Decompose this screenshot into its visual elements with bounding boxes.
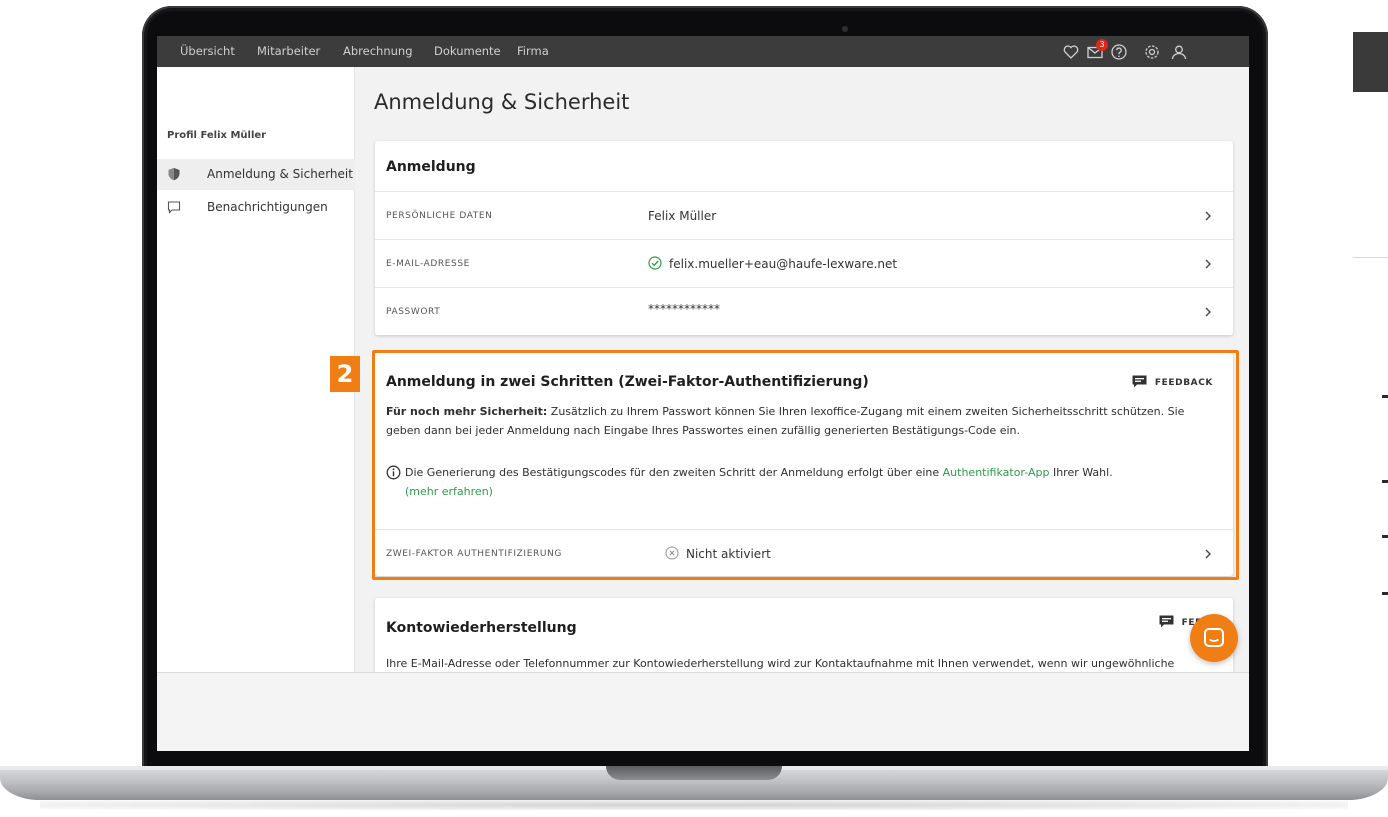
- sidebar-item-label: Benachrichtigungen: [207, 200, 328, 214]
- step-number-badge: 2: [330, 356, 360, 392]
- row-personal-data[interactable]: PERSÖNLICHE DATEN Felix Müller: [375, 191, 1233, 239]
- row-value: Felix Müller: [648, 209, 717, 223]
- chat-icon: [1204, 628, 1224, 647]
- password-value: ************: [648, 302, 720, 316]
- login-card-title: Anmeldung: [386, 159, 476, 175]
- camera: [842, 26, 848, 32]
- sidebar-item-anmeldung-sicherheit[interactable]: Anmeldung & Sicherheit: [157, 159, 355, 190]
- row-label: E-MAIL-ADRESSE: [386, 259, 470, 269]
- nav-item-abrechnung[interactable]: Abrechnung: [343, 36, 413, 67]
- sidebar-item-benachrichtigungen[interactable]: Benachrichtigungen: [157, 192, 355, 223]
- row-value-wrap: felix.mueller+eau@haufe-lexware.net: [648, 240, 897, 288]
- recovery-text: Ihre E-Mail-Adresse oder Telefonnummer z…: [386, 657, 1175, 670]
- chevron-right-icon: [1205, 307, 1211, 317]
- email-value: felix.mueller+eau@haufe-lexware.net: [669, 257, 898, 271]
- adjacent-text-mark: [1382, 395, 1388, 398]
- gear-icon[interactable]: [1142, 42, 1162, 62]
- row-label: PASSWORT: [386, 307, 441, 317]
- chevron-right-icon: [1205, 211, 1211, 221]
- sidebar: Profil Felix Müller Anmeldung & Sicherhe…: [157, 67, 355, 672]
- sidebar-item-label: Anmeldung & Sicherheit: [207, 167, 353, 181]
- chevron-right-icon: [1205, 259, 1211, 269]
- laptop-notch: [606, 766, 782, 780]
- page-title: Anmeldung & Sicherheit: [374, 90, 630, 114]
- chat-icon: [167, 201, 181, 214]
- adjacent-text-mark: [1382, 592, 1388, 595]
- feedback-icon: [1159, 615, 1174, 628]
- check-circle-icon: [648, 256, 662, 270]
- nav-item-firma[interactable]: Firma: [517, 36, 549, 67]
- nav-item-mitarbeiter[interactable]: Mitarbeiter: [257, 36, 320, 67]
- highlight-frame: [372, 350, 1239, 580]
- adjacent-device-panel: [1353, 32, 1388, 258]
- row-label: PERSÖNLICHE DATEN: [386, 211, 493, 221]
- login-card: Anmeldung PERSÖNLICHE DATEN Felix Müller…: [375, 141, 1233, 335]
- laptop-shadow: [40, 800, 1348, 810]
- chat-launcher-button[interactable]: [1190, 614, 1238, 662]
- row-email[interactable]: E-MAIL-ADRESSE felix.mueller+eau@haufe-l…: [375, 239, 1233, 287]
- help-icon[interactable]: [1109, 42, 1129, 62]
- sidebar-profile-label: Profil Felix Müller: [167, 130, 267, 141]
- mail-count-badge: 3: [1096, 39, 1108, 51]
- adjacent-text-mark: [1382, 480, 1388, 483]
- app-screen: Übersicht Mitarbeiter Abrechnung Dokumen…: [157, 36, 1249, 751]
- shield-icon: [168, 168, 180, 181]
- row-password[interactable]: PASSWORT ************: [375, 287, 1233, 335]
- top-navigation: Übersicht Mitarbeiter Abrechnung Dokumen…: [157, 36, 1249, 67]
- user-icon[interactable]: [1169, 42, 1189, 62]
- heart-icon[interactable]: [1061, 42, 1081, 62]
- recovery-card-title: Kontowiederherstellung: [386, 620, 577, 636]
- nav-item-uebersicht[interactable]: Übersicht: [180, 36, 235, 67]
- footer-area: [157, 672, 1249, 751]
- adjacent-text-mark: [1382, 535, 1388, 538]
- nav-item-dokumente[interactable]: Dokumente: [434, 36, 501, 67]
